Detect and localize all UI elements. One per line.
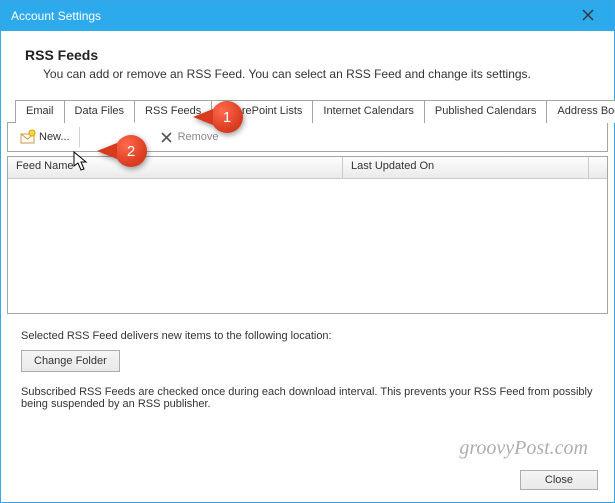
tab-published-calendars[interactable]: Published Calendars — [424, 100, 548, 123]
tab-strip: Email Data Files RSS Feeds SharePoint Li… — [7, 99, 608, 123]
account-settings-window: Account Settings RSS Feeds You can add o… — [0, 0, 615, 503]
tab-internet-calendars[interactable]: Internet Calendars — [312, 100, 425, 123]
col-feed-name[interactable]: Feed Name — [8, 157, 343, 178]
title-bar[interactable]: Account Settings — [1, 1, 614, 31]
close-button[interactable]: Close — [520, 470, 598, 490]
footer-note: Subscribed RSS Feeds are checked once du… — [21, 386, 594, 410]
new-icon — [20, 129, 36, 145]
page-heading: RSS Feeds — [25, 47, 590, 63]
location-text: Selected RSS Feed delivers new items to … — [21, 330, 594, 342]
annotation-callout-2: 2 — [115, 135, 147, 167]
tab-address-books[interactable]: Address Books — [546, 100, 615, 123]
window-close-button[interactable] — [568, 1, 608, 31]
page-header: RSS Feeds You can add or remove an RSS F… — [1, 31, 614, 99]
tab-email[interactable]: Email — [15, 100, 65, 123]
close-button-label: Close — [545, 474, 573, 486]
window-title: Account Settings — [11, 9, 568, 23]
feeds-table: Feed Name Last Updated On — [7, 156, 608, 314]
change-folder-label: Change Folder — [34, 355, 107, 367]
page-subtitle: You can add or remove an RSS Feed. You c… — [43, 67, 590, 81]
watermark: groovyPost.com — [459, 437, 588, 460]
new-button-label: New... — [39, 131, 70, 143]
change-folder-button[interactable]: Change Folder — [21, 350, 120, 372]
col-spacer — [589, 157, 607, 178]
remove-button[interactable]: Remove — [153, 127, 225, 147]
col-last-updated[interactable]: Last Updated On — [343, 157, 589, 178]
tab-data-files[interactable]: Data Files — [64, 100, 136, 123]
remove-icon — [159, 129, 175, 145]
table-body[interactable] — [8, 179, 607, 313]
dialog-buttons: Close — [1, 458, 614, 502]
annotation-callout-1: 1 — [211, 101, 243, 133]
new-button[interactable]: New... — [14, 127, 76, 147]
close-icon — [582, 8, 594, 24]
table-header: Feed Name Last Updated On — [8, 157, 607, 179]
toolbar-separator — [79, 127, 80, 147]
remove-button-label: Remove — [178, 131, 219, 143]
